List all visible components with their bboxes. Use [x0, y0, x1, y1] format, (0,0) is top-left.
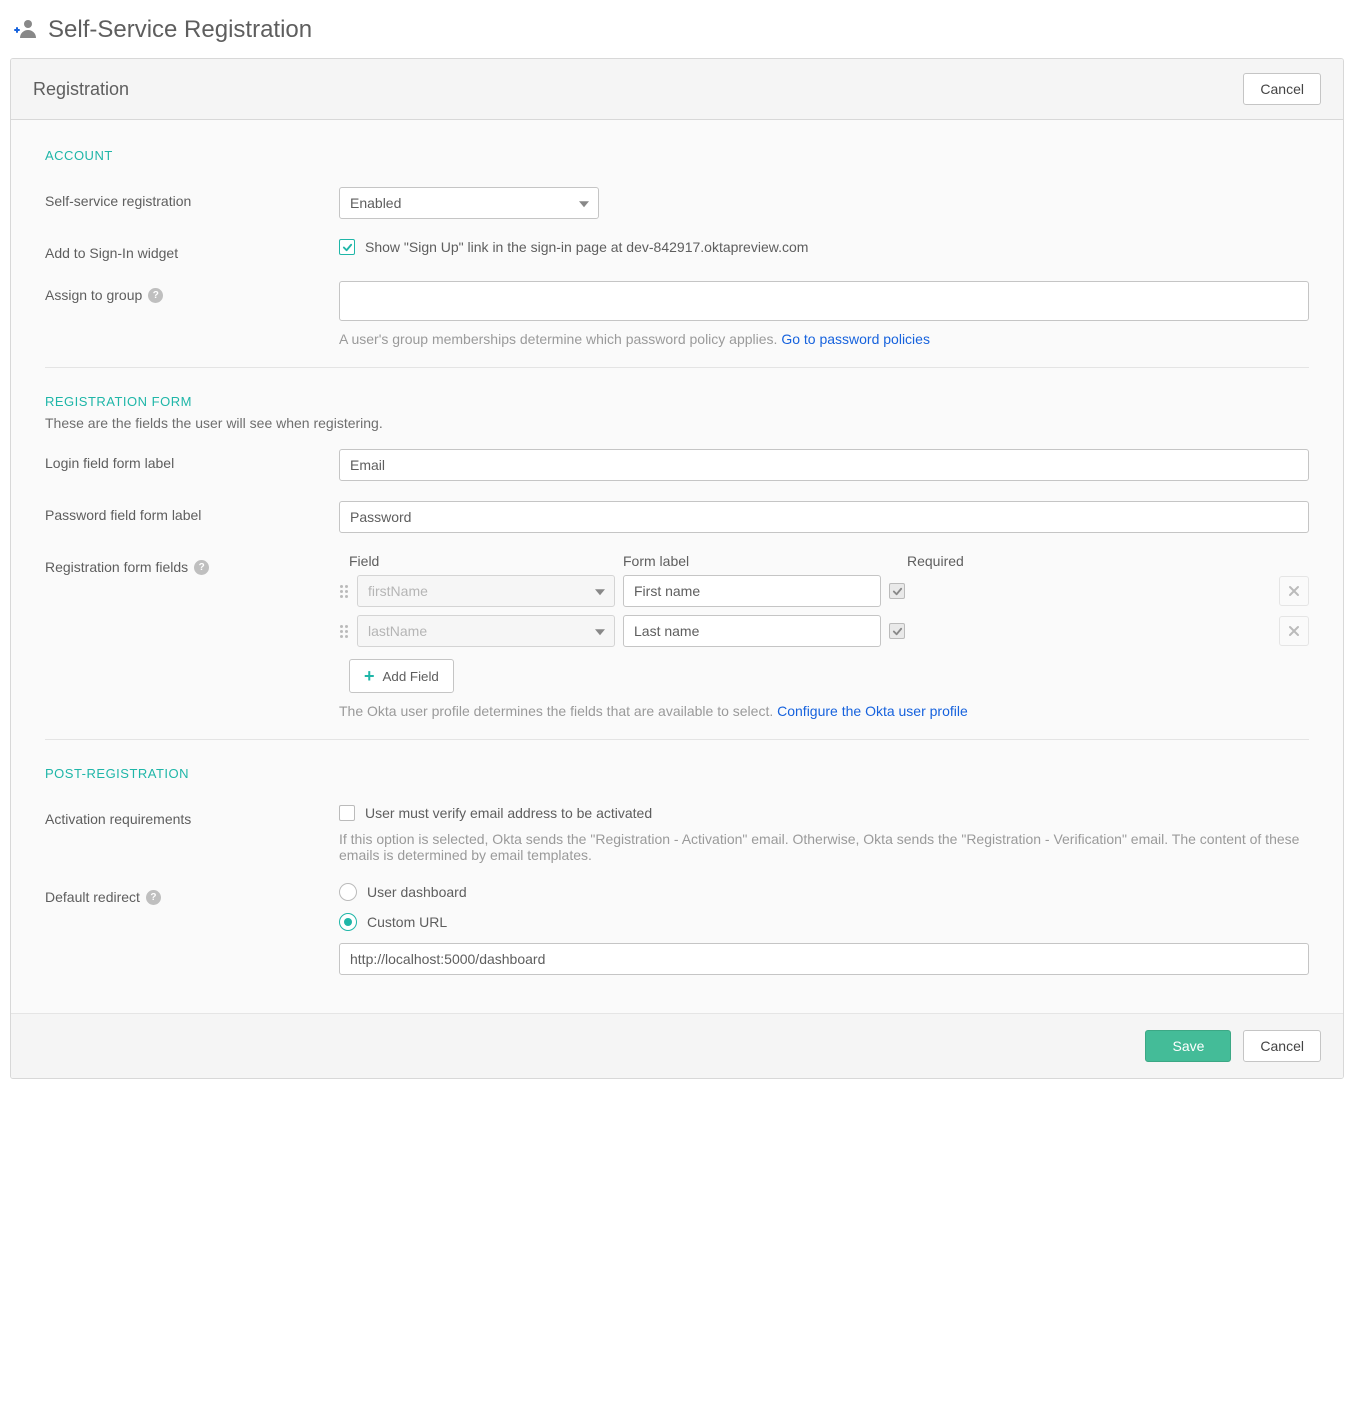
activation-check-text: User must verify email address to be act… — [365, 805, 652, 821]
redirect-url-input[interactable] — [339, 943, 1309, 975]
cancel-button-bottom[interactable]: Cancel — [1243, 1030, 1321, 1062]
password-label: Password field form label — [45, 501, 327, 523]
remove-field-button[interactable] — [1279, 616, 1309, 646]
regfields-label: Registration form fields — [45, 559, 188, 575]
header-field: Field — [349, 553, 607, 569]
widget-check-text: Show "Sign Up" link in the sign-in page … — [365, 239, 808, 255]
header-form-label: Form label — [623, 553, 881, 569]
field-row: lastName — [339, 615, 1309, 647]
assign-group-label: Assign to group — [45, 287, 142, 303]
activation-label: Activation requirements — [45, 805, 327, 827]
ssr-select[interactable]: Enabled — [339, 187, 599, 219]
redirect-radio-custom[interactable] — [339, 913, 357, 931]
regfields-hint-text: The Okta user profile determines the fie… — [339, 703, 777, 719]
login-field-input[interactable] — [339, 449, 1309, 481]
widget-checkbox[interactable] — [339, 239, 355, 255]
header-required: Required — [907, 553, 977, 569]
divider — [45, 367, 1309, 368]
configure-profile-link[interactable]: Configure the Okta user profile — [777, 703, 968, 719]
assign-hint-text: A user's group memberships determine whi… — [339, 331, 781, 347]
redirect-option-custom: Custom URL — [367, 914, 447, 930]
plus-icon: + — [364, 667, 375, 685]
field-select[interactable]: lastName — [357, 615, 615, 647]
assign-group-input[interactable] — [339, 281, 1309, 321]
registration-panel: Registration Cancel ACCOUNT Self-service… — [10, 58, 1344, 1079]
activation-hint: If this option is selected, Okta sends t… — [339, 831, 1309, 863]
page-title: Self-Service Registration — [48, 16, 312, 44]
field-select[interactable]: firstName — [357, 575, 615, 607]
regform-desc: These are the fields the user will see w… — [45, 415, 1309, 431]
form-label-input[interactable] — [623, 615, 881, 647]
password-policies-link[interactable]: Go to password policies — [781, 331, 930, 347]
account-section-title: ACCOUNT — [45, 148, 1309, 163]
form-label-input[interactable] — [623, 575, 881, 607]
help-icon[interactable]: ? — [194, 560, 209, 575]
login-label: Login field form label — [45, 449, 327, 471]
drag-handle-icon[interactable] — [339, 585, 349, 598]
add-field-label: Add Field — [383, 669, 439, 684]
divider — [45, 739, 1309, 740]
postreg-section-title: POST-REGISTRATION — [45, 766, 1309, 781]
add-field-button[interactable]: + Add Field — [349, 659, 454, 693]
self-service-icon — [14, 17, 38, 44]
widget-label: Add to Sign-In widget — [45, 239, 327, 261]
help-icon[interactable]: ? — [146, 890, 161, 905]
panel-heading: Registration — [33, 79, 129, 100]
help-icon[interactable]: ? — [148, 288, 163, 303]
activation-checkbox[interactable] — [339, 805, 355, 821]
password-field-input[interactable] — [339, 501, 1309, 533]
required-checkbox — [889, 583, 905, 599]
redirect-option-dashboard: User dashboard — [367, 884, 467, 900]
redirect-radio-dashboard[interactable] — [339, 883, 357, 901]
field-row: firstName — [339, 575, 1309, 607]
ssr-label: Self-service registration — [45, 187, 327, 209]
remove-field-button[interactable] — [1279, 576, 1309, 606]
redirect-label: Default redirect — [45, 889, 140, 905]
save-button[interactable]: Save — [1145, 1030, 1231, 1062]
drag-handle-icon[interactable] — [339, 625, 349, 638]
cancel-button-top[interactable]: Cancel — [1243, 73, 1321, 105]
required-checkbox — [889, 623, 905, 639]
regform-section-title: REGISTRATION FORM — [45, 394, 1309, 409]
